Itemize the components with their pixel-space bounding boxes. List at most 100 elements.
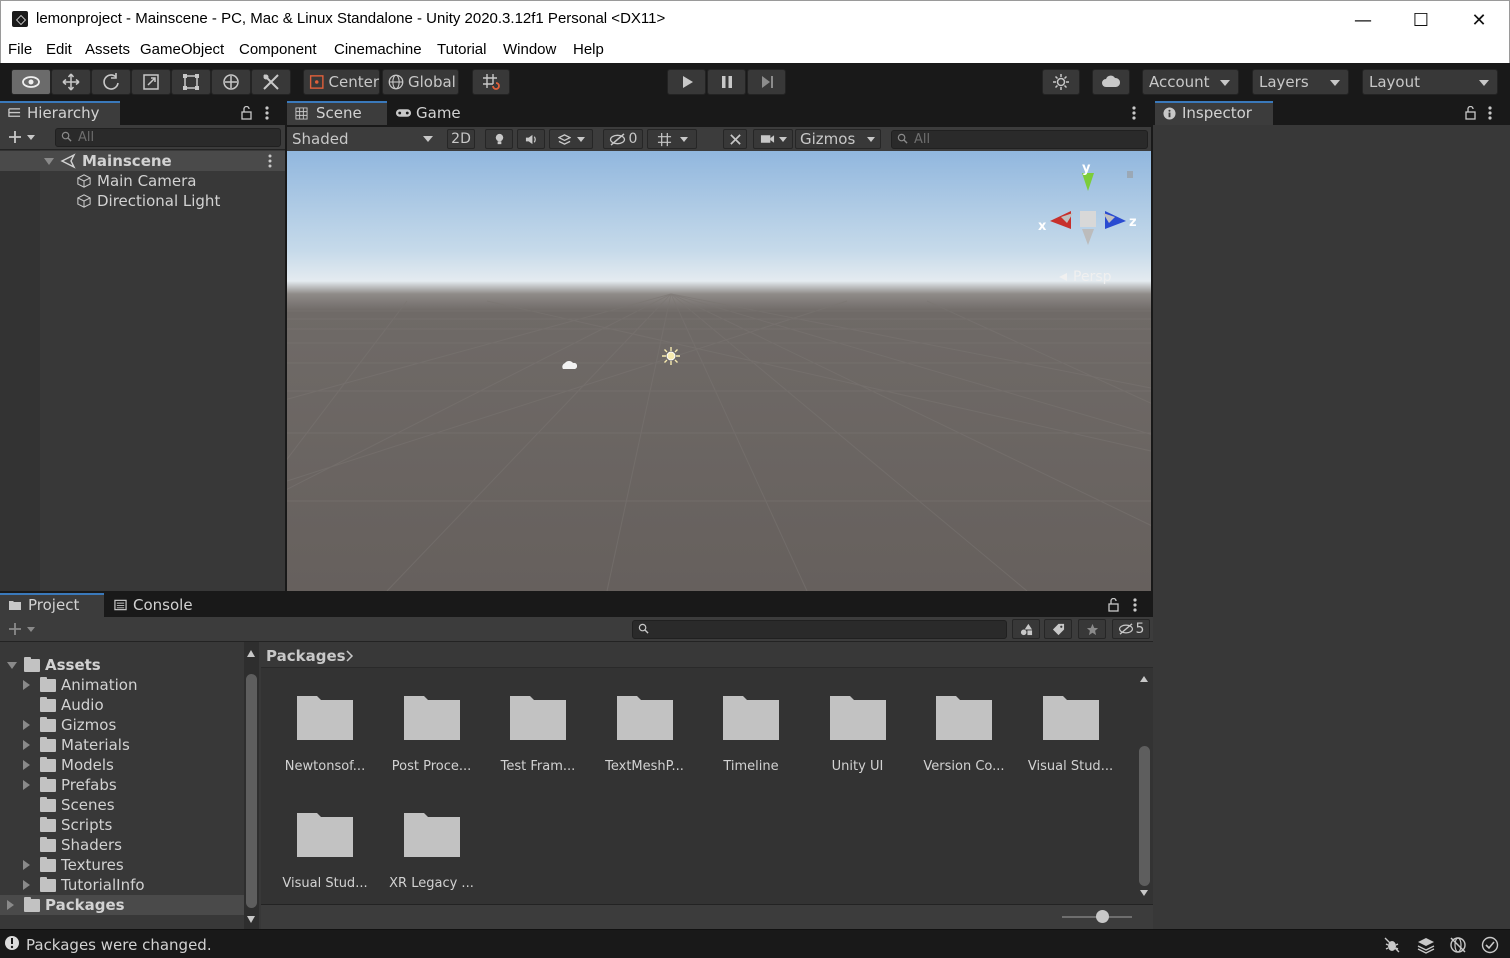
package-folder[interactable]: Post Proce... <box>379 692 485 802</box>
bug-off-icon[interactable] <box>1383 936 1401 954</box>
tab-scene[interactable]: Scene <box>287 101 387 125</box>
globe-off-icon[interactable] <box>1449 936 1467 954</box>
step-button[interactable] <box>747 69 786 95</box>
lock-icon[interactable] <box>240 106 253 120</box>
menu-edit[interactable]: Edit <box>46 41 72 58</box>
effects-dropdown[interactable] <box>549 129 593 149</box>
scene-root-row[interactable]: Mainscene <box>0 151 285 171</box>
package-folder[interactable]: TextMeshP... <box>592 692 698 802</box>
menu-tutorial[interactable]: Tutorial <box>437 41 486 58</box>
scroll-down-icon[interactable] <box>247 916 255 923</box>
tree-item-packages[interactable]: Packages <box>0 895 244 915</box>
draw-mode-dropdown[interactable]: Shaded <box>287 129 437 149</box>
create-dropdown[interactable] <box>8 128 42 146</box>
component-tools-button[interactable] <box>723 129 747 149</box>
package-folder[interactable]: XR Legacy ... <box>379 809 485 919</box>
expand-arrow-icon[interactable] <box>7 662 17 669</box>
more-options-icon[interactable] <box>264 105 270 121</box>
search-by-label-button[interactable] <box>1044 619 1072 639</box>
collapse-arrow-icon[interactable] <box>23 780 30 790</box>
create-asset-dropdown[interactable] <box>8 620 42 638</box>
lighting-toggle[interactable] <box>485 129 513 149</box>
rect-tool-button[interactable] <box>171 69 211 95</box>
menu-cinemachine[interactable]: Cinemachine <box>334 41 422 58</box>
account-dropdown[interactable]: Account <box>1142 69 1239 95</box>
audio-toggle[interactable] <box>517 129 545 149</box>
tree-item-scripts[interactable]: Scripts <box>0 815 244 835</box>
collapse-arrow-icon[interactable] <box>23 740 30 750</box>
play-button[interactable] <box>667 69 706 95</box>
transform-tool-button[interactable] <box>211 69 251 95</box>
icon-size-slider-thumb[interactable] <box>1096 910 1109 923</box>
package-folder[interactable]: Timeline <box>698 692 804 802</box>
grid-snap-button[interactable] <box>472 69 510 95</box>
tab-project[interactable]: Project <box>0 593 104 617</box>
tab-inspector[interactable]: Inspector <box>1155 101 1273 125</box>
move-tool-button[interactable] <box>51 69 91 95</box>
scale-tool-button[interactable] <box>131 69 171 95</box>
toggle-2d-button[interactable]: 2D <box>447 129 475 149</box>
light-gizmo-icon[interactable] <box>661 346 681 366</box>
package-folder[interactable]: Unity UI <box>805 692 911 802</box>
scroll-up-icon[interactable] <box>247 650 255 657</box>
tab-console[interactable]: Console <box>106 593 206 617</box>
project-search-input[interactable] <box>632 620 1007 639</box>
hierarchy-item-directional-light[interactable]: Directional Light <box>0 191 285 211</box>
layers-stack-icon[interactable] <box>1417 936 1435 954</box>
status-message[interactable]: Packages were changed. <box>26 936 212 954</box>
favorites-button[interactable] <box>1078 619 1106 639</box>
collapse-arrow-icon[interactable] <box>23 860 30 870</box>
more-options-icon[interactable] <box>1132 597 1138 613</box>
tab-hierarchy[interactable]: Hierarchy <box>0 101 120 125</box>
menu-help[interactable]: Help <box>573 41 604 58</box>
menu-file[interactable]: File <box>8 41 32 58</box>
menu-window[interactable]: Window <box>503 41 556 58</box>
lighting-button[interactable] <box>1042 69 1080 95</box>
collapse-arrow-icon[interactable] <box>23 880 30 890</box>
expand-arrow-icon[interactable] <box>44 158 54 165</box>
collapse-arrow-icon[interactable] <box>23 760 30 770</box>
menu-gameobject[interactable]: GameObject <box>140 41 224 58</box>
rotate-tool-button[interactable] <box>91 69 131 95</box>
tree-item-scenes[interactable]: Scenes <box>0 795 244 815</box>
hierarchy-item-main-camera[interactable]: Main Camera <box>0 171 285 191</box>
close-button[interactable]: ✕ <box>1450 1 1508 39</box>
package-folder[interactable]: Test Fram... <box>485 692 591 802</box>
camera-settings-dropdown[interactable] <box>753 129 793 149</box>
tree-scrollbar[interactable] <box>244 642 259 929</box>
scene-visibility-toggle[interactable]: 0 <box>603 129 643 149</box>
gizmos-dropdown[interactable]: Gizmos <box>795 129 881 149</box>
tree-item-materials[interactable]: Materials <box>0 735 244 755</box>
grid-dropdown[interactable] <box>647 129 697 149</box>
layers-dropdown[interactable]: Layers <box>1252 69 1349 95</box>
grid-scrollbar[interactable] <box>1137 668 1153 904</box>
more-options-icon[interactable] <box>267 154 273 168</box>
tab-game[interactable]: Game <box>387 101 467 125</box>
layout-dropdown[interactable]: Layout <box>1362 69 1498 95</box>
projection-label[interactable]: Persp <box>1059 269 1112 285</box>
scene-search-input[interactable]: All <box>891 130 1148 149</box>
scroll-up-icon[interactable] <box>1140 676 1148 682</box>
cloud-button[interactable] <box>1092 69 1130 95</box>
tree-item-gizmos[interactable]: Gizmos <box>0 715 244 735</box>
collapse-arrow-icon[interactable] <box>7 900 14 910</box>
camera-gizmo-icon[interactable] <box>561 359 577 371</box>
menu-assets[interactable]: Assets <box>85 41 130 58</box>
grid-scroll-thumb[interactable] <box>1139 746 1150 886</box>
collapse-arrow-icon[interactable] <box>23 680 30 690</box>
package-visibility-toggle[interactable]: 5 <box>1112 619 1150 639</box>
pivot-mode-button[interactable]: Center <box>303 69 380 95</box>
lock-icon[interactable] <box>1107 598 1120 612</box>
tree-item-animation[interactable]: Animation <box>0 675 244 695</box>
package-folder[interactable]: Newtonsof... <box>272 692 378 802</box>
check-circle-icon[interactable] <box>1481 936 1499 954</box>
pause-button[interactable] <box>707 69 746 95</box>
tree-item-tutorialinfo[interactable]: TutorialInfo <box>0 875 244 895</box>
view-tool-button[interactable] <box>11 69 51 95</box>
minimize-button[interactable]: — <box>1334 1 1392 39</box>
tree-item-assets[interactable]: Assets <box>0 655 244 675</box>
maximize-button[interactable]: ☐ <box>1392 1 1450 39</box>
custom-tool-button[interactable] <box>251 69 291 95</box>
lock-icon[interactable] <box>1464 106 1477 120</box>
package-folder[interactable]: Version Co... <box>911 692 1017 802</box>
